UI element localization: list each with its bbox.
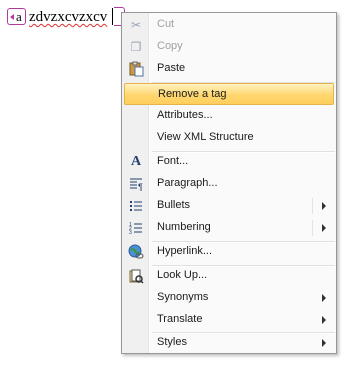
menu-item-copy[interactable]: ❐ Copy <box>124 36 334 58</box>
document-text[interactable]: zdvzxcvzxcv <box>29 9 107 26</box>
font-icon: A <box>130 154 142 169</box>
menu-item-cut[interactable]: ✂ Cut <box>124 14 334 36</box>
menu-item-label: Paste <box>157 62 186 74</box>
hyperlink-icon <box>128 244 144 260</box>
menu-item-remove-tag[interactable]: Remove a tag <box>124 83 334 105</box>
context-menu: ✂ Cut ❐ Copy Paste Remove a tag Attribut… <box>121 12 337 354</box>
menu-item-hyperlink[interactable]: Hyperlink... <box>124 241 334 263</box>
menu-item-paragraph[interactable]: ¶ Paragraph... <box>124 173 334 195</box>
scissors-icon: ✂ <box>130 18 142 32</box>
menu-item-translate[interactable]: Translate <box>124 309 334 331</box>
menu-item-attributes[interactable]: Attributes... <box>124 105 334 127</box>
menu-item-label: Look Up... <box>157 269 208 281</box>
paste-icon <box>128 61 144 77</box>
menu-item-label: Remove a tag <box>158 88 227 100</box>
menu-item-bullets[interactable]: Bullets <box>124 195 334 217</box>
menu-item-view-xml-structure[interactable]: View XML Structure <box>124 127 334 149</box>
research-icon <box>128 268 144 284</box>
menu-item-look-up[interactable]: Look Up... <box>124 265 334 287</box>
menu-item-label: Copy <box>157 40 183 52</box>
xml-open-tag[interactable]: a <box>7 7 26 26</box>
menu-item-label: Cut <box>157 18 175 30</box>
xml-tag-name: a <box>16 9 22 24</box>
svg-text:¶: ¶ <box>138 182 143 192</box>
submenu-arrow-icon <box>322 339 326 347</box>
xml-tag-marker[interactable]: a <box>7 8 26 25</box>
menu-item-label: Styles <box>157 336 187 348</box>
menu-item-paste[interactable]: Paste <box>124 58 334 80</box>
menu-item-label: Font... <box>157 155 189 167</box>
menu-item-label: Attributes... <box>157 109 213 121</box>
submenu-arrow-icon <box>322 224 326 232</box>
menu-item-label: Hyperlink... <box>157 245 213 257</box>
menu-item-label: Translate <box>157 313 203 325</box>
menu-item-label: Numbering <box>157 221 211 233</box>
submenu-divider <box>312 198 313 214</box>
menu-item-font[interactable]: A Font... <box>124 151 334 173</box>
submenu-divider <box>312 220 313 236</box>
menu-item-label: Paragraph... <box>157 177 218 189</box>
menu-item-synonyms[interactable]: Synonyms <box>124 287 334 309</box>
menu-item-numbering[interactable]: 123 Numbering <box>124 217 334 239</box>
tag-arrow-icon <box>10 13 14 20</box>
numbering-icon: 123 <box>128 220 144 236</box>
menu-item-label: Bullets <box>157 199 191 211</box>
menu-item-styles[interactable]: Styles <box>124 332 334 354</box>
menu-item-label: View XML Structure <box>157 131 254 143</box>
submenu-arrow-icon <box>322 294 326 302</box>
menu-item-label: Synonyms <box>157 291 209 303</box>
copy-icon: ❐ <box>130 40 142 54</box>
submenu-arrow-icon <box>322 202 326 210</box>
paragraph-icon: ¶ <box>128 176 144 192</box>
svg-text:3: 3 <box>129 230 132 236</box>
bullets-icon <box>128 198 144 214</box>
submenu-arrow-icon <box>322 316 326 324</box>
